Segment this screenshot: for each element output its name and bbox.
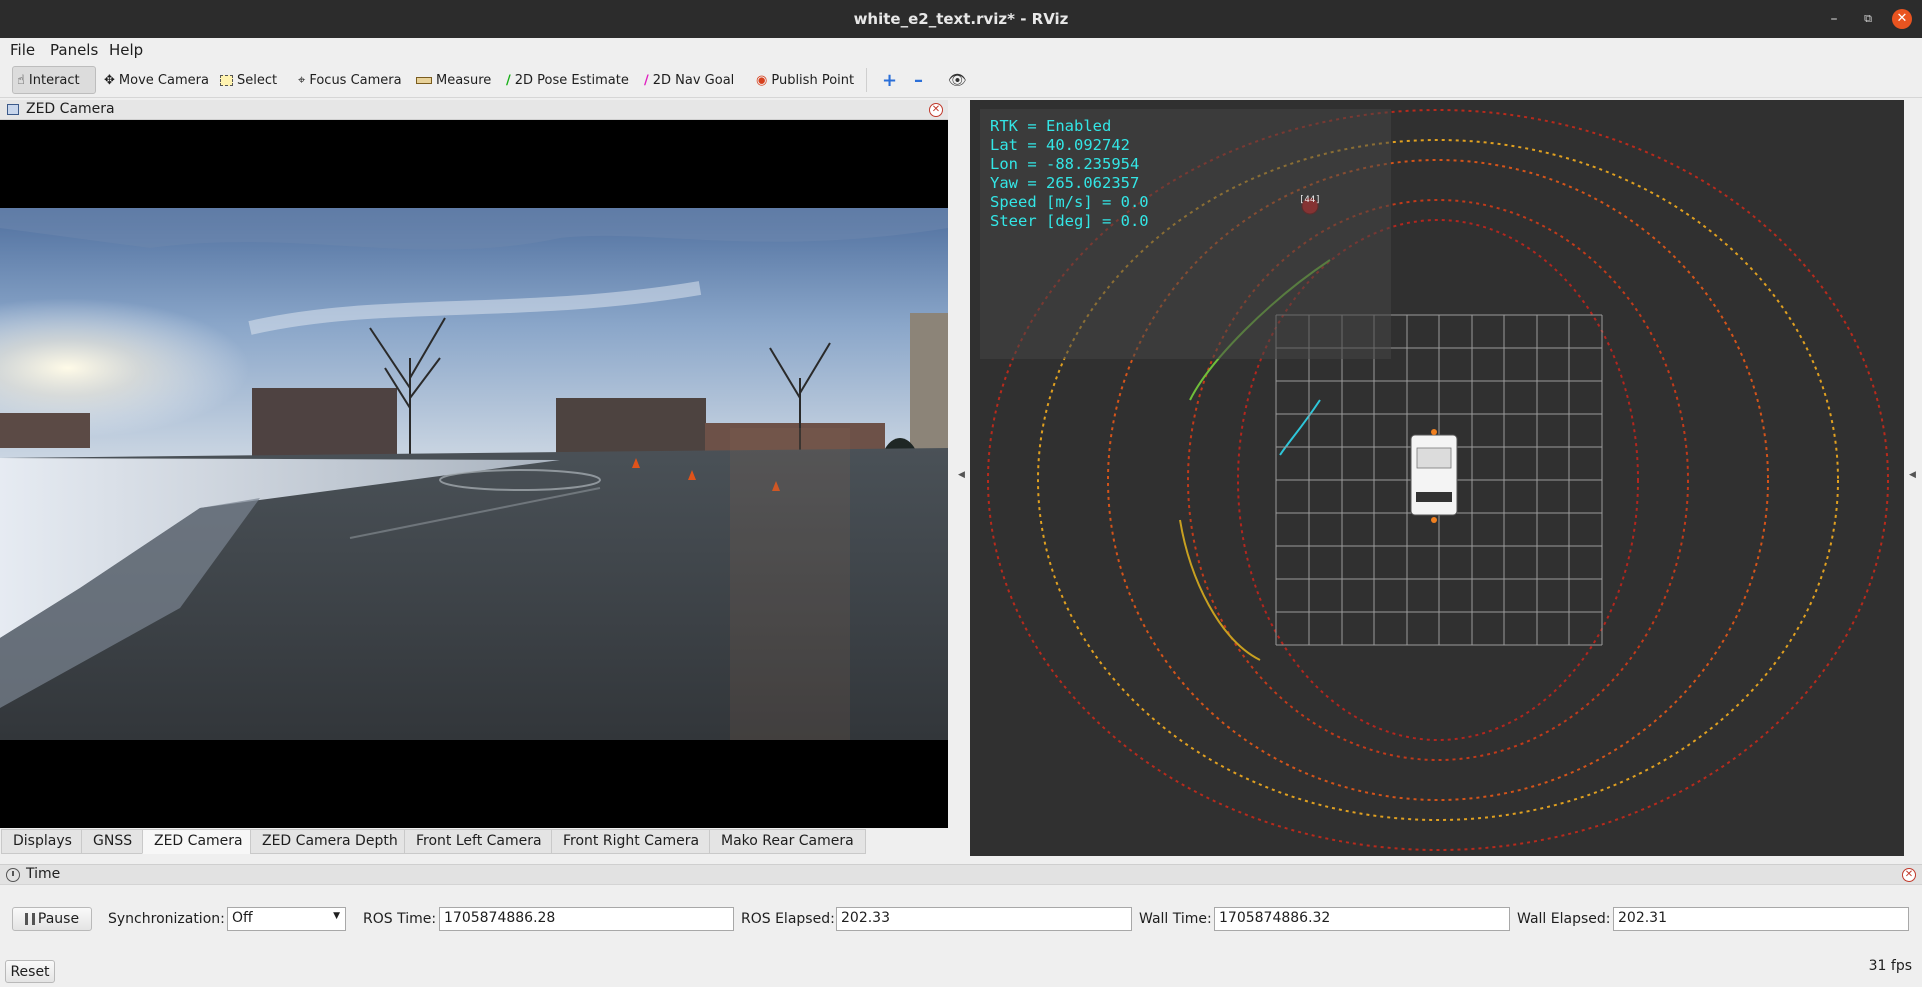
eye-icon[interactable]: 👁 xyxy=(944,66,971,94)
wall-elapsed-label: Wall Elapsed: xyxy=(1517,911,1611,927)
collapse-right-icon[interactable]: ◀ xyxy=(1909,470,1916,480)
interact-label: Interact xyxy=(28,72,80,88)
overlay-line: Steer [deg] = 0.0 xyxy=(990,212,1149,230)
select-tool-button[interactable]: Select xyxy=(216,66,281,94)
select-label: Select xyxy=(237,72,278,88)
reset-button[interactable]: Reset xyxy=(5,960,55,983)
ros-elapsed-field[interactable]: 202.33 xyxy=(836,907,1132,931)
focus-camera-tool-button[interactable]: ⌖ Focus Camera xyxy=(294,66,406,94)
ros-time-label: ROS Time: xyxy=(363,911,437,927)
move-camera-label: Move Camera xyxy=(118,72,209,88)
wall-elapsed-field[interactable]: 202.31 xyxy=(1613,907,1909,931)
panel-title: ZED Camera xyxy=(26,101,115,117)
map-pin-icon: ◉ xyxy=(756,72,768,88)
pause-button[interactable]: Pause xyxy=(12,907,92,931)
ros-time-field[interactable]: 1705874886.28 xyxy=(439,907,734,931)
measure-label: Measure xyxy=(436,72,492,88)
time-panel-header: Time ✕ xyxy=(0,864,1922,885)
camera-view xyxy=(0,120,948,828)
toolbar: ☝ Interact ✥ Move Camera Select ⌖ Focus … xyxy=(0,62,1922,98)
overlay-line: Lat = 40.092742 xyxy=(990,136,1130,154)
fps-counter: 31 fps xyxy=(1868,958,1912,974)
zed-camera-panel-header: ZED Camera ✕ xyxy=(0,100,948,120)
menu-panels[interactable]: Panels xyxy=(50,41,98,59)
pause-icon xyxy=(24,913,35,925)
tab-front-right-camera[interactable]: Front Right Camera xyxy=(551,829,712,854)
camera-image xyxy=(0,208,948,740)
tab-front-left-camera[interactable]: Front Left Camera xyxy=(404,829,554,854)
measure-tool-button[interactable]: Measure xyxy=(412,66,495,94)
tab-displays[interactable]: Displays xyxy=(1,829,84,854)
add-tool-icon[interactable]: + xyxy=(878,66,901,94)
move-camera-tool-button[interactable]: ✥ Move Camera xyxy=(100,66,213,94)
collapse-left-icon[interactable]: ◀ xyxy=(958,470,965,480)
minimize-icon[interactable]: – xyxy=(1824,9,1844,29)
overlay-line: Speed [m/s] = 0.0 xyxy=(990,193,1149,211)
tab-zed-camera[interactable]: ZED Camera xyxy=(142,829,255,854)
overlay-text-background: RTK = Enabled Lat = 40.092742 Lon = -88.… xyxy=(980,109,1391,359)
time-panel: Pause Synchronization: Off ▼ ROS Time: 1… xyxy=(0,885,1922,955)
tab-gnss[interactable]: GNSS xyxy=(81,829,145,854)
time-panel-title: Time xyxy=(26,866,61,882)
synchronization-label: Synchronization: xyxy=(108,911,225,927)
panel-splitter[interactable]: ◀ xyxy=(948,100,970,856)
move-icon: ✥ xyxy=(104,72,115,88)
synchronization-value: Off xyxy=(232,910,253,926)
pose-estimate-label: 2D Pose Estimate xyxy=(514,72,629,88)
overlay-line: RTK = Enabled xyxy=(990,117,1112,135)
publish-point-tool-button[interactable]: ◉ Publish Point xyxy=(752,66,858,94)
window-title: white_e2_text.rviz* - RViz xyxy=(853,10,1069,28)
close-icon[interactable]: ✕ xyxy=(1892,9,1912,29)
crosshair-icon: ⌖ xyxy=(298,72,306,88)
chevron-down-icon: ▼ xyxy=(333,911,340,921)
interact-tool-button[interactable]: ☝ Interact xyxy=(12,66,96,94)
overlay-text: RTK = Enabled Lat = 40.092742 Lon = -88.… xyxy=(990,117,1149,231)
window-titlebar: white_e2_text.rviz* - RViz – ⧉ ✕ xyxy=(0,0,1922,38)
select-box-icon xyxy=(220,74,233,86)
right-dock-handle[interactable]: ◀ xyxy=(1904,100,1922,856)
restore-icon[interactable]: ⧉ xyxy=(1858,9,1878,29)
time-panel-close-icon[interactable]: ✕ xyxy=(1902,868,1916,882)
wall-time-label: Wall Time: xyxy=(1139,911,1212,927)
pause-label: Pause xyxy=(37,911,80,927)
tab-zed-camera-depth[interactable]: ZED Camera Depth xyxy=(250,829,410,854)
wall-time-field[interactable]: 1705874886.32 xyxy=(1214,907,1510,931)
menu-help[interactable]: Help xyxy=(109,41,143,59)
clock-icon xyxy=(6,868,20,882)
pose-estimate-tool-button[interactable]: ∕ 2D Pose Estimate xyxy=(502,66,633,94)
synchronization-select[interactable]: Off ▼ xyxy=(227,907,346,931)
3d-render-view[interactable]: RTK = Enabled Lat = 40.092742 Lon = -88.… xyxy=(970,100,1904,856)
magenta-arrow-icon: ∕ xyxy=(644,72,649,88)
marker-label: [44] xyxy=(1299,195,1321,205)
vehicle-model xyxy=(1410,429,1458,523)
panel-icon xyxy=(7,104,19,115)
overlay-line: Yaw = 265.062357 xyxy=(990,174,1140,192)
focus-camera-label: Focus Camera xyxy=(309,72,402,88)
hand-icon: ☝ xyxy=(17,72,25,88)
menu-bar: File Panels Help xyxy=(0,38,1922,62)
overlay-line: Lon = -88.235954 xyxy=(990,155,1140,173)
green-arrow-icon: ∕ xyxy=(506,72,511,88)
ros-elapsed-label: ROS Elapsed: xyxy=(741,911,835,927)
publish-point-label: Publish Point xyxy=(771,72,855,88)
ruler-icon xyxy=(416,76,432,84)
menu-file[interactable]: File xyxy=(10,41,35,59)
toolbar-separator xyxy=(866,68,867,92)
panel-close-icon[interactable]: ✕ xyxy=(929,103,943,117)
bottom-tab-bar: Displays GNSS ZED Camera ZED Camera Dept… xyxy=(0,829,948,854)
nav-goal-tool-button[interactable]: ∕ 2D Nav Goal xyxy=(640,66,738,94)
remove-tool-icon[interactable]: – xyxy=(910,66,927,94)
nav-goal-label: 2D Nav Goal xyxy=(652,72,735,88)
tab-mako-rear-camera[interactable]: Mako Rear Camera xyxy=(709,829,866,854)
